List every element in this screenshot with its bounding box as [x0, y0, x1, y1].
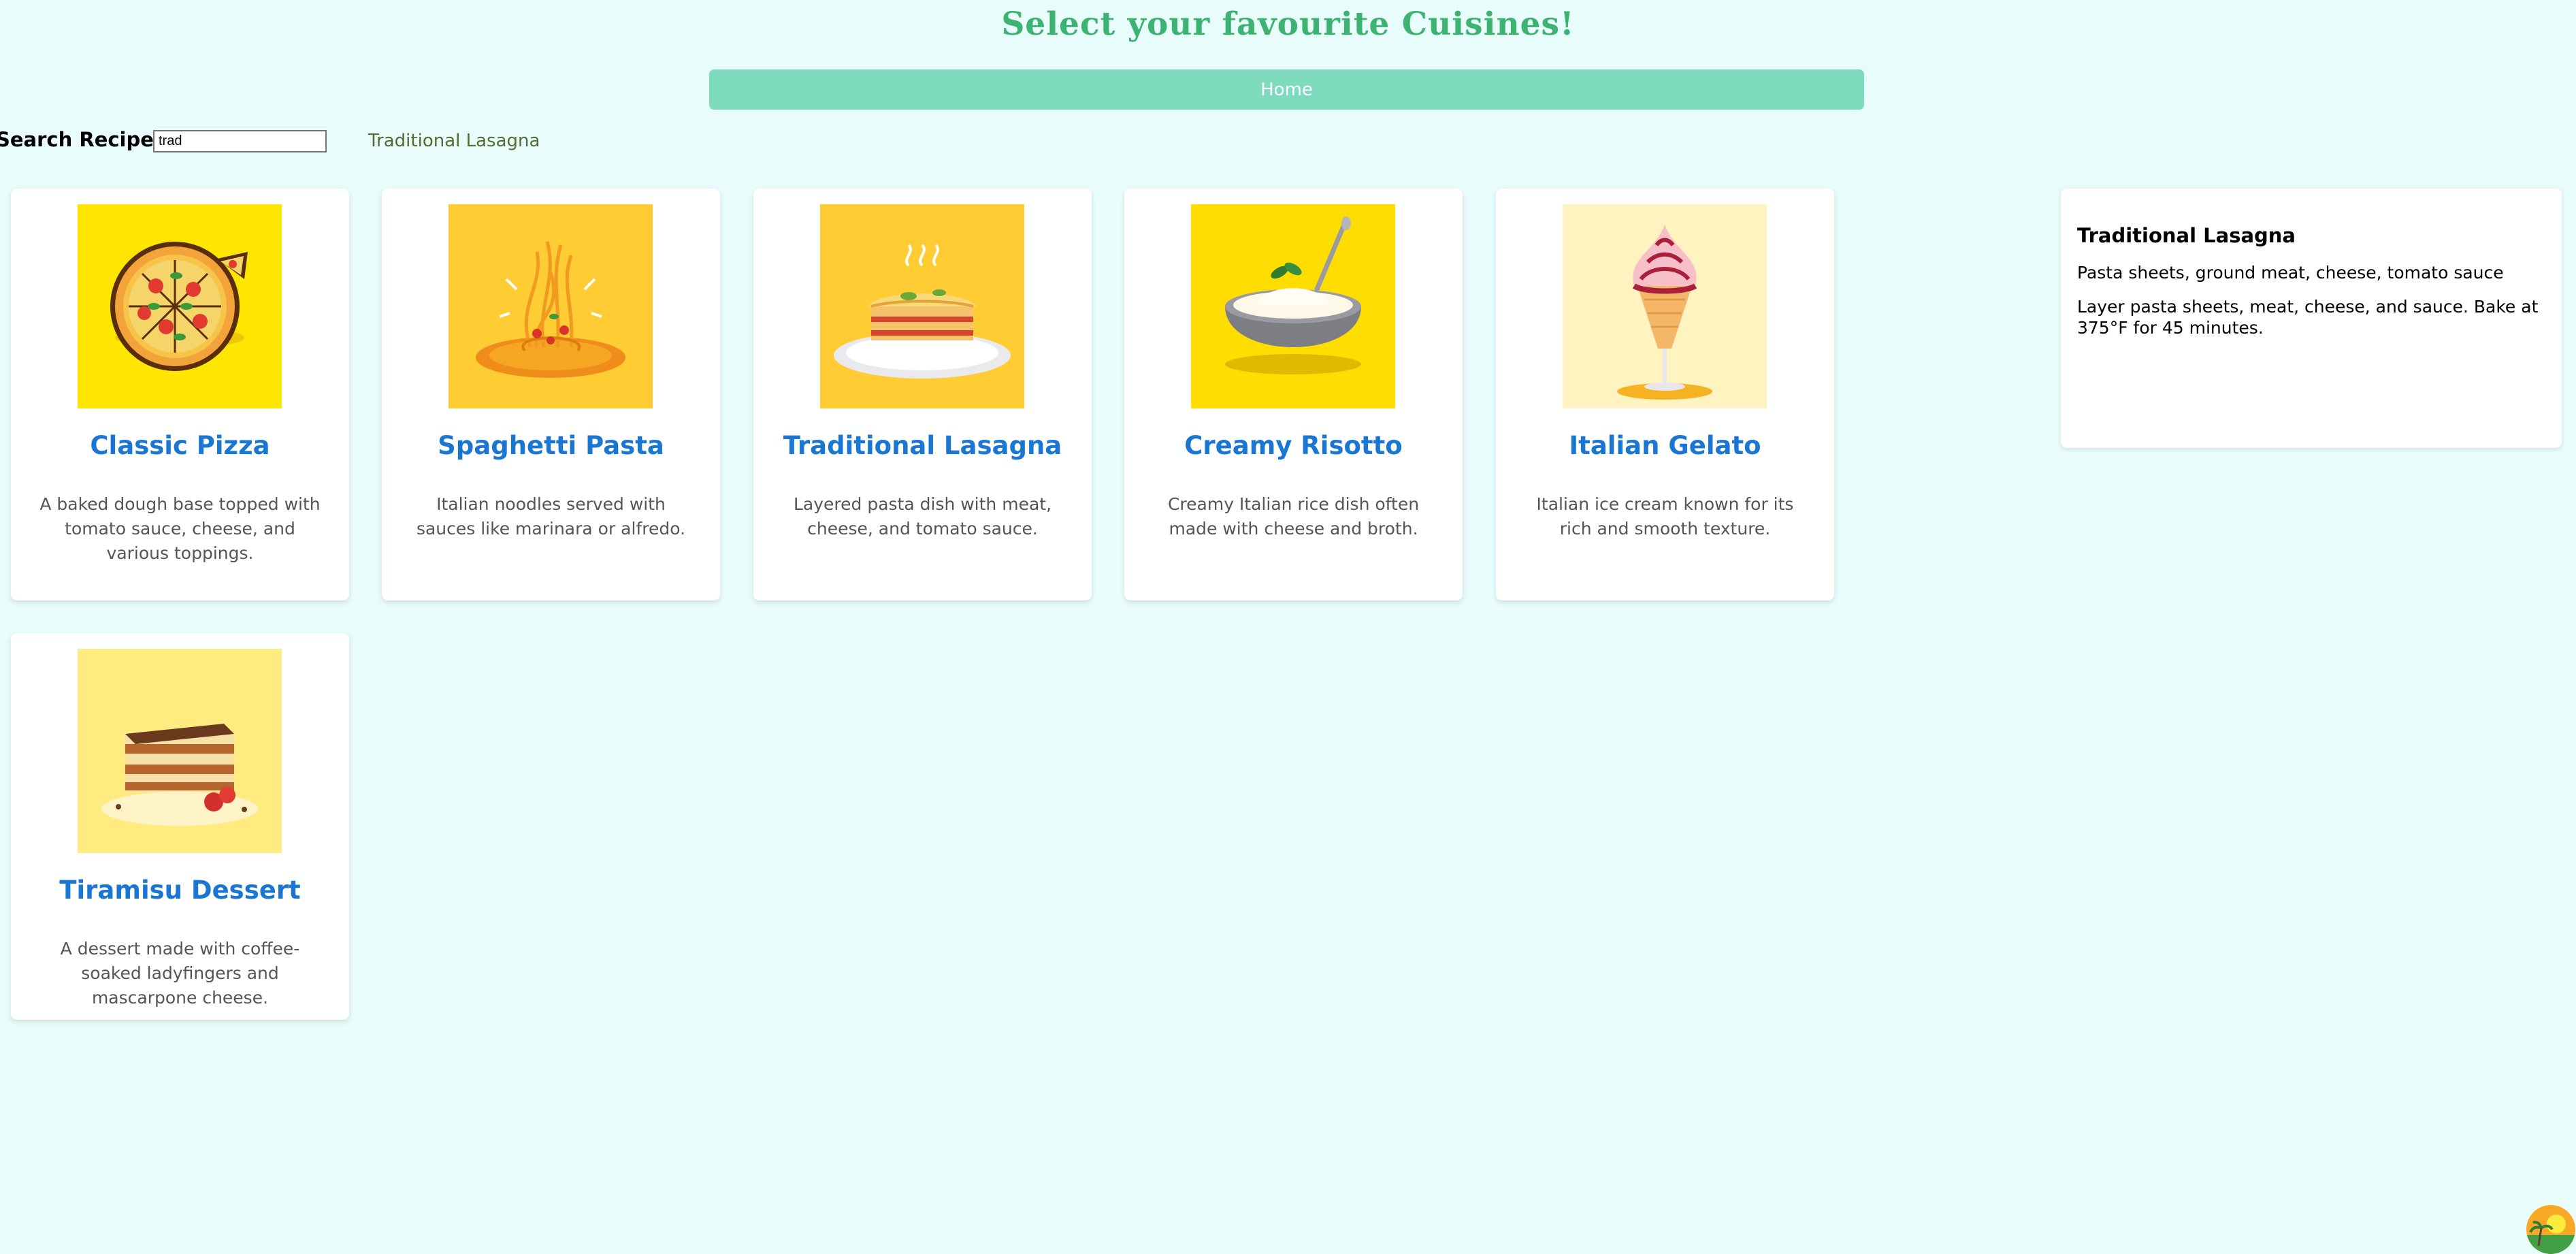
card-title: Creamy Risotto [1184, 431, 1403, 460]
home-label: Home [1260, 79, 1313, 100]
detail-ingredients: Pasta sheets, ground meat, cheese, tomat… [2077, 263, 2504, 283]
card-title: Italian Gelato [1569, 431, 1761, 460]
recipe-card-tiramisu-dessert[interactable]: Tiramisu Dessert A dessert made with cof… [11, 633, 349, 1020]
recipe-detail-panel: Traditional Lasagna Pasta sheets, ground… [2061, 189, 2562, 448]
risotto-icon [1191, 204, 1395, 408]
sunset-icon [2526, 1205, 2575, 1254]
card-description: Creamy Italian rice dish often made with… [1167, 494, 1420, 538]
card-description: Italian noodles served with sauces like … [416, 494, 686, 538]
card-title: Classic Pizza [90, 431, 270, 460]
recipe-card-traditional-lasagna[interactable]: Traditional Lasagna Layered pasta dish w… [753, 189, 1092, 600]
spaghetti-icon [449, 204, 653, 408]
search-suggestion[interactable]: Traditional Lasagna [368, 131, 540, 151]
card-title: Tiramisu Dessert [59, 875, 301, 905]
recipe-card-spaghetti-pasta[interactable]: Spaghetti Pasta Italian noodles served w… [382, 189, 720, 600]
card-title: Spaghetti Pasta [438, 431, 664, 460]
lasagna-icon [820, 204, 1024, 408]
avatar-widget[interactable] [2526, 1205, 2575, 1254]
card-title: Traditional Lasagna [783, 431, 1062, 460]
pizza-icon [78, 204, 282, 408]
recipe-card-creamy-risotto[interactable]: Creamy Risotto Creamy Italian rice dish … [1124, 189, 1463, 600]
page-title: Select your favourite Cuisines! [1001, 5, 1575, 43]
detail-title: Traditional Lasagna [2077, 224, 2296, 247]
card-description: A dessert made with coffee-soaked ladyfi… [60, 939, 300, 1008]
home-button[interactable]: Home [709, 69, 1864, 110]
gelato-icon [1563, 204, 1767, 408]
tiramisu-icon [78, 649, 282, 853]
detail-instructions: Layer pasta sheets, meat, cheese, and sa… [2077, 297, 2539, 338]
card-description: Italian ice cream known for its rich and… [1536, 494, 1794, 538]
card-description: A baked dough base topped with tomato sa… [39, 494, 321, 563]
search-input[interactable] [153, 130, 327, 152]
search-label: Search Recipes: [0, 128, 172, 151]
card-description: Layered pasta dish with meat, cheese, an… [793, 494, 1052, 538]
recipe-card-italian-gelato[interactable]: Italian Gelato Italian ice cream known f… [1496, 189, 1834, 600]
recipe-card-classic-pizza[interactable]: Classic Pizza A baked dough base topped … [11, 189, 349, 600]
search-label-text: Search Recipes [0, 128, 166, 151]
